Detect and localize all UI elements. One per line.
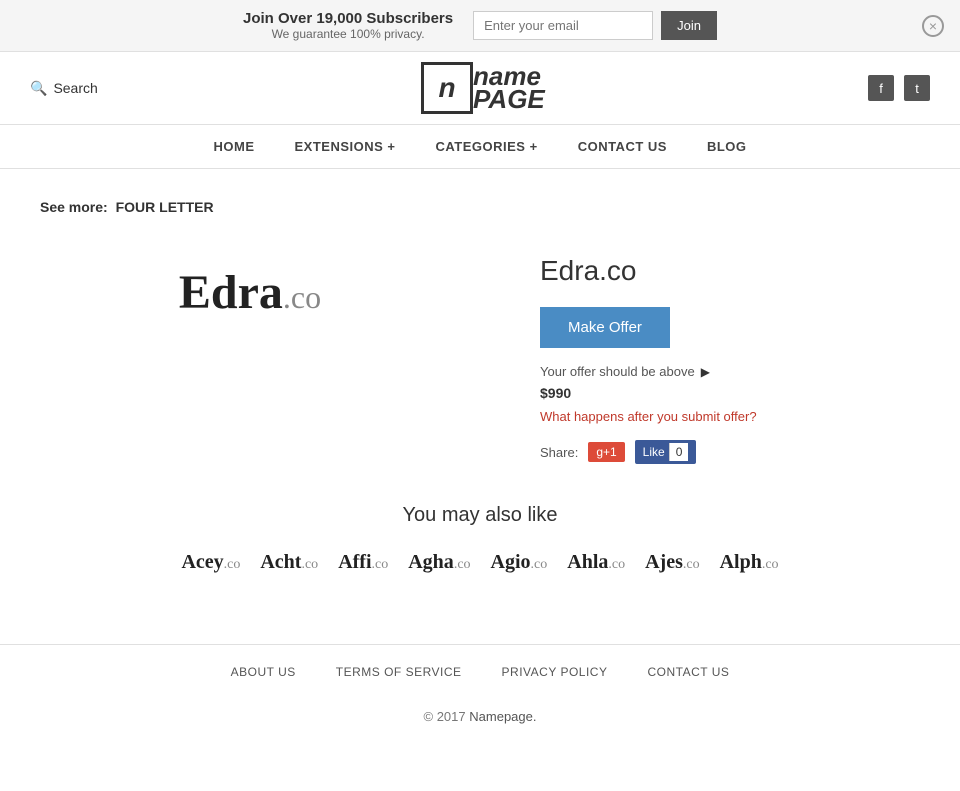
logo-box: n [421,62,473,114]
see-more-prefix: See more: [40,199,108,215]
nav-categories[interactable]: CATEGORIES + [435,139,537,154]
see-more-link[interactable]: FOUR LETTER [116,199,214,215]
domain-tld-display: .co [283,279,321,315]
banner-main-text: Join Over 19,000 Subscribers [243,10,453,27]
domain-title: Edra.co [540,255,920,287]
close-banner-button[interactable]: × [922,15,944,37]
offer-text: Your offer should be above [540,364,695,379]
footer-contact[interactable]: CONTACT US [647,665,729,679]
nav-extensions[interactable]: EXTENSIONS + [294,139,395,154]
footer-terms[interactable]: TERMS OF SERVICE [336,665,462,679]
list-item[interactable]: Alph.co [720,551,779,574]
logo-page: PAGE [473,85,545,114]
fb-like-label: Like [643,445,665,459]
offer-link[interactable]: What happens after you submit offer? [540,409,920,424]
list-item[interactable]: Ahla.co [567,551,625,574]
logo-text: name PAGE [473,62,545,113]
list-item[interactable]: Ajes.co [645,551,699,574]
header: 🔍 Search n name PAGE f t [0,52,960,125]
fb-count: 0 [669,443,689,461]
also-like-section: You may also like Acey.co Acht.co Affi.c… [40,504,920,574]
search-label: Search [53,80,97,96]
email-input[interactable] [473,11,653,40]
main-content: See more: FOUR LETTER Edra.co Edra.co Ma… [0,169,960,604]
domain-name-display: Edra [179,266,283,319]
offer-arrow-icon: ▶ [701,365,710,379]
also-like-title: You may also like [40,504,920,527]
footer-about[interactable]: ABOUT US [231,665,296,679]
nav-home[interactable]: HOME [213,139,254,154]
domain-logo-display: Edra.co [40,245,460,340]
list-item[interactable]: Acht.co [260,551,318,574]
facebook-like-button[interactable]: Like 0 [635,440,697,464]
logo-icon: n [438,72,455,104]
share-label: Share: [540,445,578,460]
list-item[interactable]: Affi.co [338,551,388,574]
logo[interactable]: n name PAGE [421,62,545,114]
footer-copyright: © 2017 Namepage. [0,699,960,754]
also-like-grid: Acey.co Acht.co Affi.co Agha.co Agio.co … [40,551,920,574]
twitter-icon[interactable]: t [904,75,930,101]
join-button[interactable]: Join [661,11,717,40]
list-item[interactable]: Acey.co [181,551,240,574]
copyright-year: © 2017 [424,709,466,724]
search-trigger[interactable]: 🔍 Search [30,80,98,97]
domain-logo-text: Edra.co [179,265,321,320]
banner-sub-text: We guarantee 100% privacy. [243,27,453,41]
main-nav: HOME EXTENSIONS + CATEGORIES + CONTACT U… [0,125,960,169]
domain-info: Edra.co Make Offer Your offer should be … [540,245,920,464]
share-row: Share: g+1 Like 0 [540,440,920,464]
google-plus-button[interactable]: g+1 [588,442,624,462]
banner-text: Join Over 19,000 Subscribers We guarante… [243,10,453,41]
top-banner: Join Over 19,000 Subscribers We guarante… [0,0,960,52]
make-offer-button[interactable]: Make Offer [540,307,670,348]
offer-price: $990 [540,385,920,401]
offer-info-text: Your offer should be above ▶ [540,364,920,379]
list-item[interactable]: Agio.co [491,551,548,574]
list-item[interactable]: Agha.co [408,551,470,574]
facebook-icon[interactable]: f [868,75,894,101]
banner-form: Join [473,11,717,40]
footer-privacy[interactable]: PRIVACY POLICY [502,665,608,679]
domain-section: Edra.co Edra.co Make Offer Your offer sh… [40,245,920,464]
nav-contact[interactable]: CONTACT US [578,139,667,154]
breadcrumb: See more: FOUR LETTER [40,199,920,215]
copyright-link[interactable]: Namepage. [469,709,536,724]
nav-blog[interactable]: BLOG [707,139,747,154]
search-icon: 🔍 [30,80,47,97]
social-links: f t [868,75,930,101]
footer-links: ABOUT US TERMS OF SERVICE PRIVACY POLICY… [0,644,960,699]
